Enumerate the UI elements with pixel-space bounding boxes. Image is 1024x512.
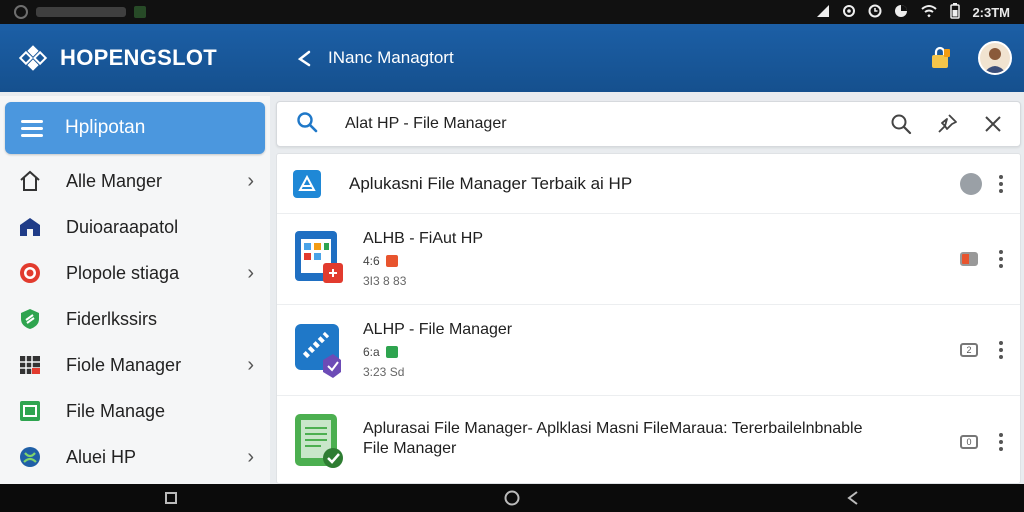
app-downloads: 3:23 Sd [363, 365, 405, 379]
app-thumbnail-icon [293, 229, 349, 289]
more-options-icon[interactable] [998, 174, 1004, 193]
close-icon[interactable] [980, 111, 1006, 137]
more-options-icon[interactable] [998, 432, 1004, 451]
target-icon [16, 259, 44, 287]
file-icon [16, 397, 44, 425]
sidebar-item-file-manage[interactable]: File Manage [0, 388, 270, 434]
notification-icon [14, 5, 28, 19]
chevron-right-icon: › [247, 353, 254, 376]
signal-icon [816, 4, 830, 21]
notification-text [36, 7, 126, 17]
app-rating: 4:6 [363, 254, 380, 268]
app-thumbnail-icon [293, 320, 349, 380]
status-left [14, 5, 146, 19]
search-bar [276, 101, 1021, 147]
sidebar-item-label: Aluei HP [66, 446, 137, 467]
status-badge: 0 [960, 434, 978, 449]
sidebar-header[interactable]: Hplipotan [5, 102, 265, 154]
pin-icon[interactable] [934, 111, 960, 137]
building-icon [16, 213, 44, 241]
app-downloads: 3I3 8 83 [363, 274, 407, 288]
clock-icon [868, 4, 882, 21]
more-options-icon[interactable] [998, 341, 1004, 359]
sidebar-item-label: File Manage [66, 400, 166, 421]
sidebar-item-fiole-manager[interactable]: Fiole Manager › [0, 342, 270, 388]
app-thumbnail-icon [293, 412, 349, 472]
system-nav-bar [0, 484, 1024, 512]
search-input[interactable] [345, 115, 868, 133]
sidebar-item-label: Fiderlkssirs [66, 308, 158, 329]
battery-saver-icon [894, 4, 908, 21]
chevron-right-icon: › [247, 169, 254, 192]
home-icon [16, 167, 44, 195]
list-item[interactable]: Aplurasai File Manager- Aplklasi Masni F… [277, 396, 1020, 483]
sidebar-item-alle-manger[interactable]: Alle Manger › [0, 158, 270, 204]
sidebar-item-label: Duioaraapatol [66, 216, 179, 237]
brand-logo-icon [18, 43, 48, 73]
sidebar-item-label: Plopole stiaga [66, 262, 180, 283]
sidebar: Hplipotan Alle Manger › Duioaraapatol Pl… [0, 96, 270, 484]
sidebar-item-fiderlkssirs[interactable]: Fiderlkssirs [0, 296, 270, 342]
flag-icon [385, 346, 398, 358]
status-badge [960, 252, 978, 266]
app-bar: HOPENGSLOT INanc Managtort [0, 24, 1024, 92]
status-time: 2:3TM [972, 4, 1010, 20]
app-rating: 6:a [363, 345, 380, 359]
avatar[interactable] [978, 41, 1012, 75]
results-panel: Aplukasni File Manager Terbaik ai HP ALH… [276, 153, 1021, 484]
grid-icon [16, 351, 44, 379]
globe-icon [16, 443, 44, 471]
sidebar-item-duioaraapatol[interactable]: Duioaraapatol [0, 204, 270, 250]
status-bar: 2:3TM [0, 0, 1024, 24]
brand[interactable]: HOPENGSLOT [0, 43, 280, 73]
search-icon[interactable] [295, 110, 319, 139]
flag-icon [385, 255, 398, 267]
sidebar-item-label: Fiole Manager [66, 354, 182, 375]
app-title: INanc Managtort [328, 48, 454, 67]
menu-icon[interactable] [21, 116, 43, 141]
chevron-right-icon: › [247, 261, 254, 284]
chat-icon[interactable] [960, 172, 982, 195]
sidebar-item-aluei-hp[interactable]: Aluei HP › [0, 434, 270, 480]
app-name: Aplurasai File Manager- Aplklasi Masni F… [363, 419, 863, 437]
list-item[interactable]: ALHP - File Manager 6:a 3:23 Sd 2 [277, 305, 1020, 396]
recents-icon[interactable] [156, 488, 186, 508]
search-icon[interactable] [888, 111, 914, 137]
shield-icon [16, 305, 44, 333]
app-name: ALHB - FiAut HP [363, 230, 484, 247]
sidebar-header-label: Hplipotan [65, 117, 146, 138]
status-badge: 2 [960, 343, 978, 357]
settings-icon [842, 4, 856, 21]
battery-icon [950, 2, 961, 22]
wifi-icon [920, 4, 938, 21]
app-name-line2: File Manager [363, 439, 457, 457]
chevron-right-icon: › [247, 445, 254, 468]
app-store-icon [293, 169, 321, 198]
sidebar-item-plopole-stiaga[interactable]: Plopole stiaga › [0, 250, 270, 296]
app-name: ALHP - File Manager [363, 321, 513, 338]
list-item[interactable]: ALHB - FiAut HP 4:6 3I3 8 83 [277, 214, 1020, 305]
sidebar-item-label: Alle Manger [66, 170, 163, 191]
brand-name: HOPENGSLOT [60, 45, 218, 70]
lock-icon[interactable] [926, 43, 956, 73]
back-icon[interactable] [838, 488, 868, 508]
more-options-icon[interactable] [998, 250, 1004, 268]
panel-header: Aplukasni File Manager Terbaik ai HP [277, 154, 1020, 214]
back-arrow-icon[interactable] [292, 45, 318, 71]
app-notification-icon [134, 6, 146, 18]
panel-title: Aplukasni File Manager Terbaik ai HP [349, 173, 633, 193]
status-right: 2:3TM [816, 2, 1010, 22]
home-button-icon[interactable] [497, 488, 527, 508]
